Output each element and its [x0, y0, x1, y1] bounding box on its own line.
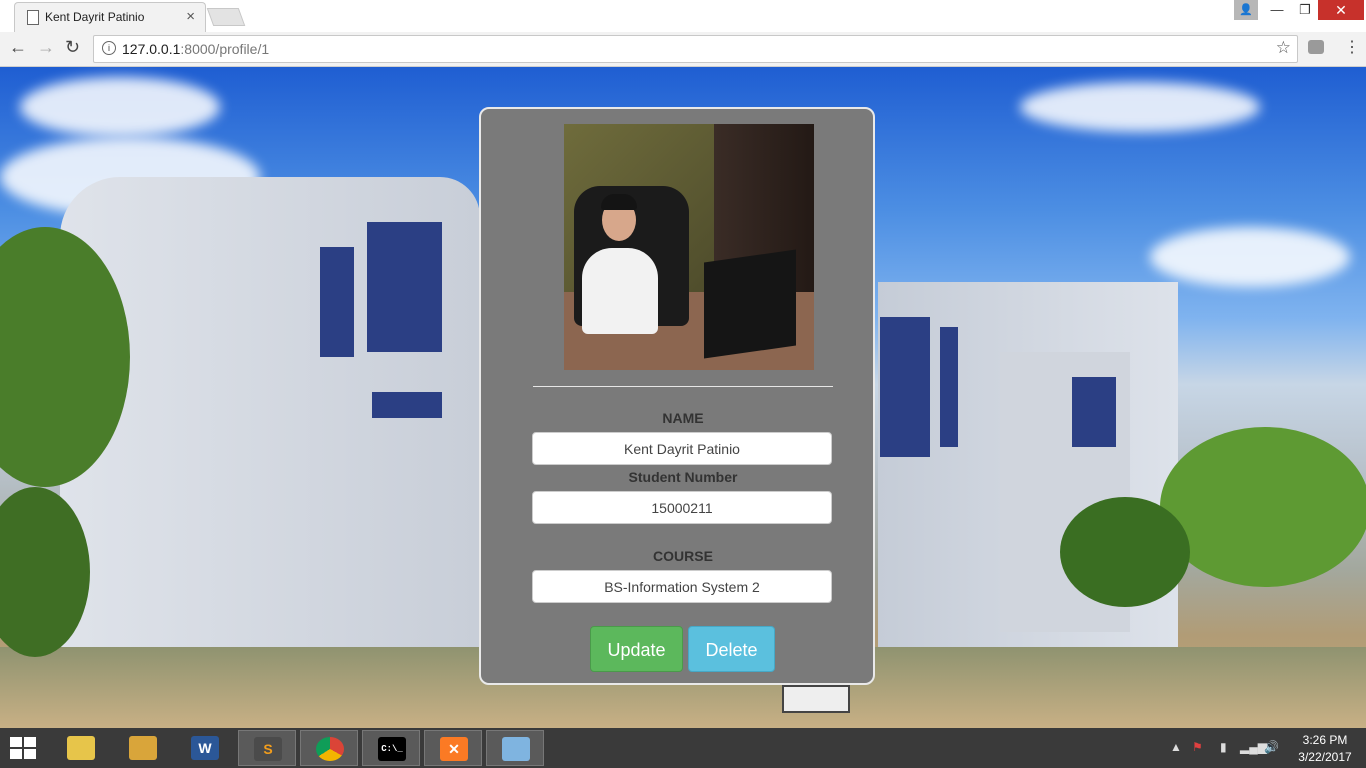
name-field[interactable] [532, 432, 832, 465]
building-window [1072, 377, 1116, 447]
clock-date: 3/22/2017 [1298, 750, 1352, 764]
tab-title: Kent Dayrit Patinio [45, 10, 145, 24]
browser-tab[interactable]: Kent Dayrit Patinio × [14, 2, 206, 33]
window-close-button[interactable]: ✕ [1318, 0, 1364, 20]
show-hidden-icons[interactable]: ▲ [1170, 740, 1182, 754]
building-window [940, 327, 958, 447]
browser-menu-icon[interactable]: ⋮ [1344, 37, 1360, 57]
folder-icon [129, 736, 157, 760]
building-window [320, 247, 354, 357]
taskbar-chrome[interactable] [300, 730, 358, 766]
cloud [1150, 227, 1350, 287]
building-window [372, 392, 442, 418]
extension-icon[interactable] [1308, 40, 1324, 54]
tree [1060, 497, 1190, 607]
xampp-icon: ✕ [440, 737, 468, 761]
user-profile-icon[interactable]: 👤 [1234, 0, 1258, 20]
taskbar-paint[interactable] [486, 730, 544, 766]
volume-icon[interactable]: 🔊 [1264, 740, 1279, 754]
tab-close-icon[interactable]: × [186, 8, 195, 25]
paint-icon [502, 737, 530, 761]
back-button[interactable]: ← [9, 37, 27, 58]
building-window [880, 317, 930, 457]
taskbar-word[interactable]: W [176, 730, 234, 766]
address-bar[interactable]: i 127.0.0.1:8000/profile/1 ☆ [93, 35, 1298, 63]
signal-icon[interactable]: ▂▄▆ [1240, 740, 1267, 754]
taskbar-folder[interactable] [114, 730, 172, 766]
chrome-icon [316, 737, 344, 761]
student-number-field[interactable] [532, 491, 832, 524]
profile-card: NAME Student Number COURSE Update Delete [479, 107, 875, 685]
windows-taskbar: W S C:\_ ✕ ▲ ⚑ ▮ ▂▄▆ 🔊 3:26 PM 3/22/2017 [0, 728, 1366, 768]
sublime-text-icon: S [254, 737, 282, 761]
network-disconnected-icon[interactable]: ⚑ [1192, 740, 1203, 754]
divider [533, 386, 833, 387]
parking-area-sign [782, 685, 850, 713]
url-text[interactable]: 127.0.0.1:8000/profile/1 [122, 41, 269, 57]
bookmark-star-icon[interactable]: ☆ [1276, 38, 1291, 58]
page-icon [27, 10, 39, 25]
cloud [1020, 82, 1260, 132]
browser-toolbar: ← → ↻ i 127.0.0.1:8000/profile/1 ☆ ⋮ [0, 32, 1366, 67]
course-label: COURSE [653, 548, 713, 564]
battery-icon[interactable]: ▮ [1220, 740, 1227, 754]
taskbar-sublime-text[interactable]: S [238, 730, 296, 766]
taskbar-clock[interactable]: 3:26 PM 3/22/2017 [1290, 732, 1360, 766]
reload-button[interactable]: ↻ [65, 37, 80, 58]
cloud [20, 77, 220, 137]
delete-button[interactable]: Delete [688, 626, 775, 672]
taskbar-command-prompt[interactable]: C:\_ [362, 730, 420, 766]
student-number-label: Student Number [628, 469, 738, 485]
forward-button[interactable]: → [37, 37, 55, 58]
taskbar-file-explorer[interactable] [52, 730, 110, 766]
update-button[interactable]: Update [590, 626, 683, 672]
new-tab-button[interactable] [206, 8, 246, 26]
tree [1160, 427, 1366, 587]
browser-tab-bar: Kent Dayrit Patinio × 👤 — ❐ ✕ [0, 0, 1366, 33]
taskbar-xampp[interactable]: ✕ [424, 730, 482, 766]
command-prompt-icon: C:\_ [378, 737, 406, 761]
start-button[interactable] [10, 737, 38, 761]
clock-time: 3:26 PM [1302, 733, 1348, 747]
file-explorer-icon [67, 736, 95, 760]
building-window [367, 222, 442, 352]
minimize-button[interactable]: — [1262, 0, 1292, 20]
word-icon: W [191, 736, 219, 760]
maximize-button[interactable]: ❐ [1290, 0, 1320, 20]
site-info-icon[interactable]: i [102, 41, 116, 55]
name-label: NAME [662, 410, 704, 426]
profile-photo [564, 124, 814, 370]
course-field[interactable] [532, 570, 832, 603]
